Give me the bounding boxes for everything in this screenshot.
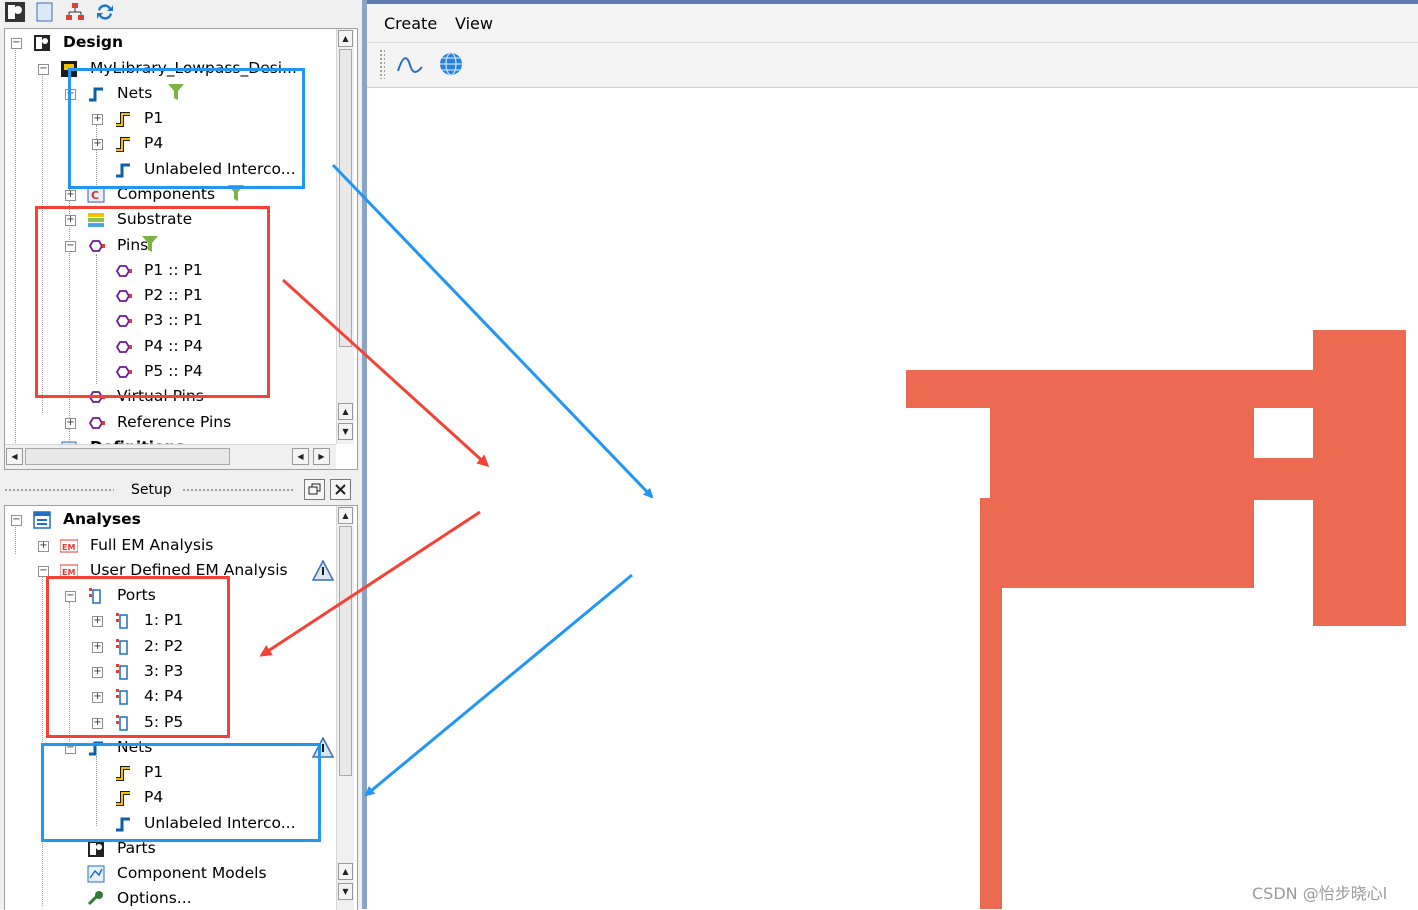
annotation-arrows xyxy=(259,163,654,797)
arrow-red xyxy=(281,278,490,468)
arrow-blue xyxy=(331,163,654,499)
arrow-red xyxy=(259,510,481,657)
arrow-blue xyxy=(364,573,633,797)
